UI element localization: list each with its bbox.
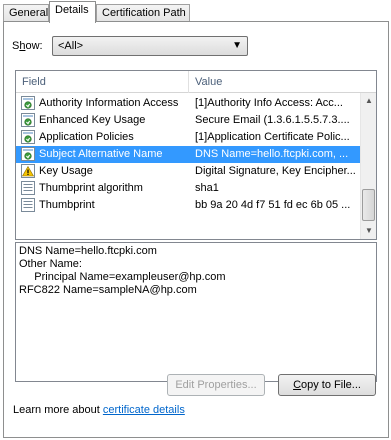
scroll-down-arrow-icon[interactable]: ▼: [361, 223, 376, 239]
detail-line: Principal Name=exampleuser@hp.com: [19, 271, 226, 283]
cert-extension-icon: [21, 147, 35, 161]
list-row[interactable]: Enhanced Key Usage Secure Email (1.3.6.1.…: [16, 112, 360, 129]
row-value: [1]Authority Info Access: Acc...: [195, 97, 343, 109]
field-detail-textbox[interactable]: DNS Name=hello.ftcpki.com Other Name: Pri…: [15, 242, 377, 382]
row-field: Enhanced Key Usage: [39, 114, 146, 126]
scroll-up-arrow-icon[interactable]: ▲: [361, 93, 376, 109]
tab-details[interactable]: Details: [49, 1, 96, 23]
row-field: Thumbprint: [39, 199, 95, 211]
cert-extension-icon: [21, 96, 35, 110]
row-field: Thumbprint algorithm: [39, 182, 143, 194]
column-header-value[interactable]: Value: [189, 71, 359, 93]
learn-more-text: Learn more about certificate details: [13, 404, 185, 416]
show-dropdown-value: <All>: [58, 40, 84, 52]
cert-extension-icon: [21, 113, 35, 127]
tab-strip: General Details Certification Path: [3, 0, 391, 23]
cert-extension-icon: [21, 130, 35, 144]
scroll-thumb[interactable]: [362, 189, 375, 221]
list-row[interactable]: Thumbprint bb 9a 20 4d f7 51 fd ec 6b 05 …: [16, 197, 360, 214]
row-value: Secure Email (1.3.6.1.5.5.7.3....: [195, 114, 350, 126]
detail-line: Other Name:: [19, 258, 82, 270]
row-value: Digital Signature, Key Encipher...: [195, 165, 356, 177]
list-row[interactable]: Key Usage Digital Signature, Key Encipher…: [16, 163, 360, 180]
field-rows: Authority Information Access [1]Authority…: [16, 95, 360, 214]
row-value: bb 9a 20 4d f7 51 fd ec 6b 05 ...: [195, 199, 351, 211]
show-dropdown[interactable]: <All> ▼: [52, 36, 248, 56]
detail-line: RFC822 Name=sampleNA@hp.com: [19, 284, 197, 296]
list-row[interactable]: Subject Alternative Name DNS Name=hello.f…: [16, 146, 360, 163]
copy-to-file-button[interactable]: Copy to File...: [278, 374, 376, 396]
list-header: Field Value: [16, 71, 376, 93]
property-icon: [21, 198, 35, 212]
list-row[interactable]: Authority Information Access [1]Authority…: [16, 95, 360, 112]
tab-certification-path[interactable]: Certification Path: [96, 4, 190, 22]
column-header-field[interactable]: Field: [16, 71, 189, 93]
row-field: Authority Information Access: [39, 97, 179, 109]
field-list[interactable]: Field Value Authority Information Access…: [15, 70, 377, 240]
edit-properties-button[interactable]: Edit Properties...: [167, 374, 265, 396]
certificate-details-link[interactable]: certificate details: [103, 404, 185, 416]
chevron-down-icon: ▼: [232, 40, 242, 51]
row-value: DNS Name=hello.ftcpki.com, ...: [195, 148, 349, 160]
list-scrollbar[interactable]: ▲ ▼: [360, 93, 376, 239]
show-label: Show:: [12, 40, 43, 52]
list-row[interactable]: Thumbprint algorithm sha1: [16, 180, 360, 197]
row-value: [1]Application Certificate Polic...: [195, 131, 350, 143]
tab-general[interactable]: General: [3, 4, 49, 22]
detail-line: DNS Name=hello.ftcpki.com: [19, 245, 157, 257]
warning-cert-icon: [21, 164, 35, 178]
row-field: Key Usage: [39, 165, 93, 177]
row-field: Subject Alternative Name: [39, 148, 163, 160]
list-row[interactable]: Application Policies [1]Application Certi…: [16, 129, 360, 146]
row-field: Application Policies: [39, 131, 134, 143]
property-icon: [21, 181, 35, 195]
details-panel: Show: <All> ▼ Field Value Authority Info…: [3, 21, 389, 438]
row-value: sha1: [195, 182, 219, 194]
